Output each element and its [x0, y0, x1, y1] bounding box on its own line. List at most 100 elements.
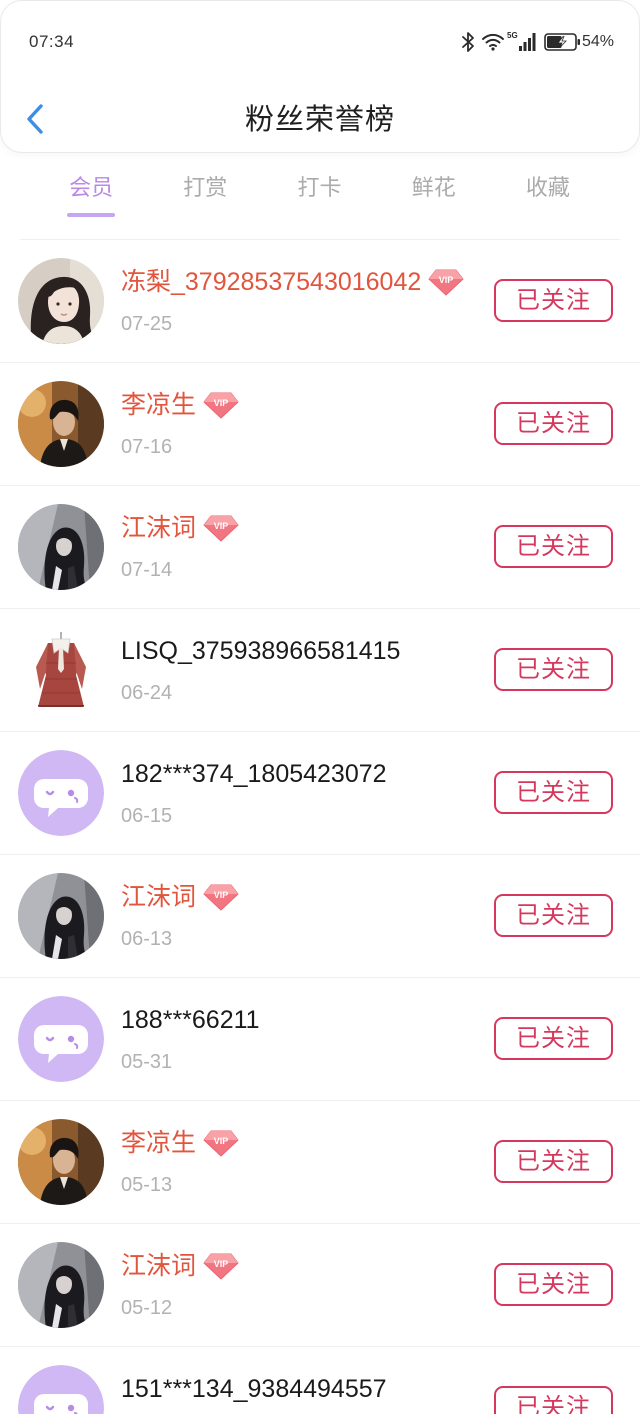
- vip-badge-label: VIP: [439, 275, 454, 285]
- vip-badge-icon: VIP: [202, 882, 240, 912]
- fan-date: 05-13: [121, 1174, 173, 1196]
- fan-name-line: 李凉生 VIP: [121, 390, 240, 420]
- vip-badge-icon: VIP: [202, 1251, 240, 1281]
- tab-favorites[interactable]: 收藏: [491, 160, 605, 239]
- avatar[interactable]: [18, 627, 104, 713]
- vip-badge-label: VIP: [214, 890, 229, 900]
- followed-button[interactable]: 已关注: [494, 894, 613, 937]
- avatar[interactable]: [18, 996, 104, 1082]
- avatar[interactable]: [18, 258, 104, 344]
- fan-name-line: 江沫词 VIP: [121, 1251, 240, 1281]
- vip-badge-label: VIP: [214, 1259, 229, 1269]
- top-bar: 07:34 5G 54% 粉丝荣誉榜: [0, 0, 640, 153]
- fan-date: 07-16: [121, 436, 173, 458]
- followed-button[interactable]: 已关注: [494, 279, 613, 322]
- fan-name[interactable]: 151***134_9384494557: [121, 1374, 387, 1404]
- fan-name-line: 江沫词 VIP: [121, 882, 240, 912]
- fan-name-line: 江沫词 VIP: [121, 513, 240, 543]
- vip-badge-icon: VIP: [427, 267, 465, 297]
- default-avatar-icon: [18, 750, 104, 836]
- tab-label: 鲜花: [411, 175, 456, 200]
- followed-button[interactable]: 已关注: [494, 648, 613, 691]
- fan-row[interactable]: 李凉生 VIP 07-16 已关注: [0, 363, 640, 486]
- tab-member[interactable]: 会员: [34, 160, 148, 239]
- fan-date: 05-31: [121, 1051, 173, 1073]
- user-photo-3: [18, 1242, 104, 1328]
- fan-name[interactable]: LISQ_375938966581415: [121, 636, 400, 666]
- followed-button[interactable]: 已关注: [494, 771, 613, 814]
- user-photo-2: [18, 381, 104, 467]
- signal-icon: 5G: [507, 31, 536, 51]
- fan-date: 07-25: [121, 313, 173, 335]
- vip-badge-icon: VIP: [202, 513, 240, 543]
- vip-badge-label: VIP: [214, 1136, 229, 1146]
- status-time: 07:34: [29, 32, 75, 51]
- fan-date: 06-15: [121, 805, 173, 827]
- followed-button[interactable]: 已关注: [494, 1017, 613, 1060]
- fan-name-line: 151***134_9384494557 VIP: [121, 1374, 387, 1404]
- fan-name-line: LISQ_375938966581415 VIP: [121, 636, 400, 666]
- followed-button[interactable]: 已关注: [494, 525, 613, 568]
- fan-date: 05-12: [121, 1297, 173, 1319]
- fan-row[interactable]: 182***374_1805423072 VIP 06-15 已关注: [0, 732, 640, 855]
- fan-name-line: 冻梨_37928537543016042 VIP: [121, 267, 465, 297]
- fan-name[interactable]: 江沫词: [121, 513, 196, 543]
- followed-button[interactable]: 已关注: [494, 1140, 613, 1183]
- fan-row[interactable]: 江沫词 VIP 06-13 已关注: [0, 855, 640, 978]
- fan-date: 06-13: [121, 928, 173, 950]
- avatar[interactable]: [18, 1119, 104, 1205]
- tab-label: 收藏: [525, 175, 570, 200]
- fan-name[interactable]: 李凉生: [121, 390, 196, 420]
- fan-row[interactable]: 151***134_9384494557 VIP 已关注: [0, 1347, 640, 1414]
- page-title: 粉丝荣誉榜: [244, 104, 395, 136]
- tab-active-indicator: [67, 213, 116, 217]
- fan-date: 06-24: [121, 682, 173, 704]
- vip-badge-icon: VIP: [202, 1128, 240, 1158]
- avatar[interactable]: [18, 750, 104, 836]
- avatar[interactable]: [18, 504, 104, 590]
- user-photo-2: [18, 1119, 104, 1205]
- default-avatar-icon: [18, 1365, 104, 1414]
- followed-button[interactable]: 已关注: [494, 402, 613, 445]
- tab-reward[interactable]: 打赏: [148, 160, 262, 239]
- fan-name[interactable]: 冻梨_37928537543016042: [121, 267, 421, 297]
- network-type-label: 5G: [507, 31, 518, 40]
- user-photo-3: [18, 504, 104, 590]
- followed-button[interactable]: 已关注: [494, 1263, 613, 1306]
- avatar[interactable]: [18, 1365, 104, 1414]
- fan-name-line: 188***66211 VIP: [121, 1005, 260, 1035]
- fan-row[interactable]: 江沫词 VIP 05-12 已关注: [0, 1224, 640, 1347]
- tab-label: 打赏: [183, 175, 228, 200]
- wifi-icon: [482, 33, 504, 51]
- fan-row[interactable]: 李凉生 VIP 05-13 已关注: [0, 1101, 640, 1224]
- avatar[interactable]: [18, 381, 104, 467]
- fan-name-line: 李凉生 VIP: [121, 1128, 240, 1158]
- fan-row[interactable]: 江沫词 VIP 07-14 已关注: [0, 486, 640, 609]
- tab-bar: 会员 打赏 打卡 鲜花 收藏: [34, 160, 605, 239]
- followed-button[interactable]: 已关注: [494, 1386, 613, 1414]
- avatar[interactable]: [18, 873, 104, 959]
- tab-label: 会员: [69, 175, 114, 200]
- battery-percent: 54%: [582, 33, 615, 50]
- bluetooth-icon: [462, 32, 474, 52]
- user-photo-1: [18, 258, 104, 344]
- default-avatar-icon: [18, 996, 104, 1082]
- fan-row[interactable]: 188***66211 VIP 05-31 已关注: [0, 978, 640, 1101]
- fan-name[interactable]: 188***66211: [121, 1005, 260, 1035]
- user-photo-4: [18, 627, 104, 713]
- vip-badge-label: VIP: [214, 521, 229, 531]
- fan-name[interactable]: 江沫词: [121, 882, 196, 912]
- fan-name-line: 182***374_1805423072 VIP: [121, 759, 387, 789]
- fan-name[interactable]: 李凉生: [121, 1128, 196, 1158]
- vip-badge-label: VIP: [214, 398, 229, 408]
- battery-icon: [544, 33, 580, 51]
- avatar[interactable]: [18, 1242, 104, 1328]
- fan-row[interactable]: 冻梨_37928537543016042 VIP 07-25 已关注: [0, 240, 640, 363]
- fan-date: 07-14: [121, 559, 173, 581]
- tab-checkin[interactable]: 打卡: [262, 160, 376, 239]
- fan-name[interactable]: 江沫词: [121, 1251, 196, 1281]
- fan-name[interactable]: 182***374_1805423072: [121, 759, 387, 789]
- vip-badge-icon: VIP: [202, 390, 240, 420]
- tab-flowers[interactable]: 鲜花: [377, 160, 491, 239]
- fan-row[interactable]: LISQ_375938966581415 VIP 06-24 已关注: [0, 609, 640, 732]
